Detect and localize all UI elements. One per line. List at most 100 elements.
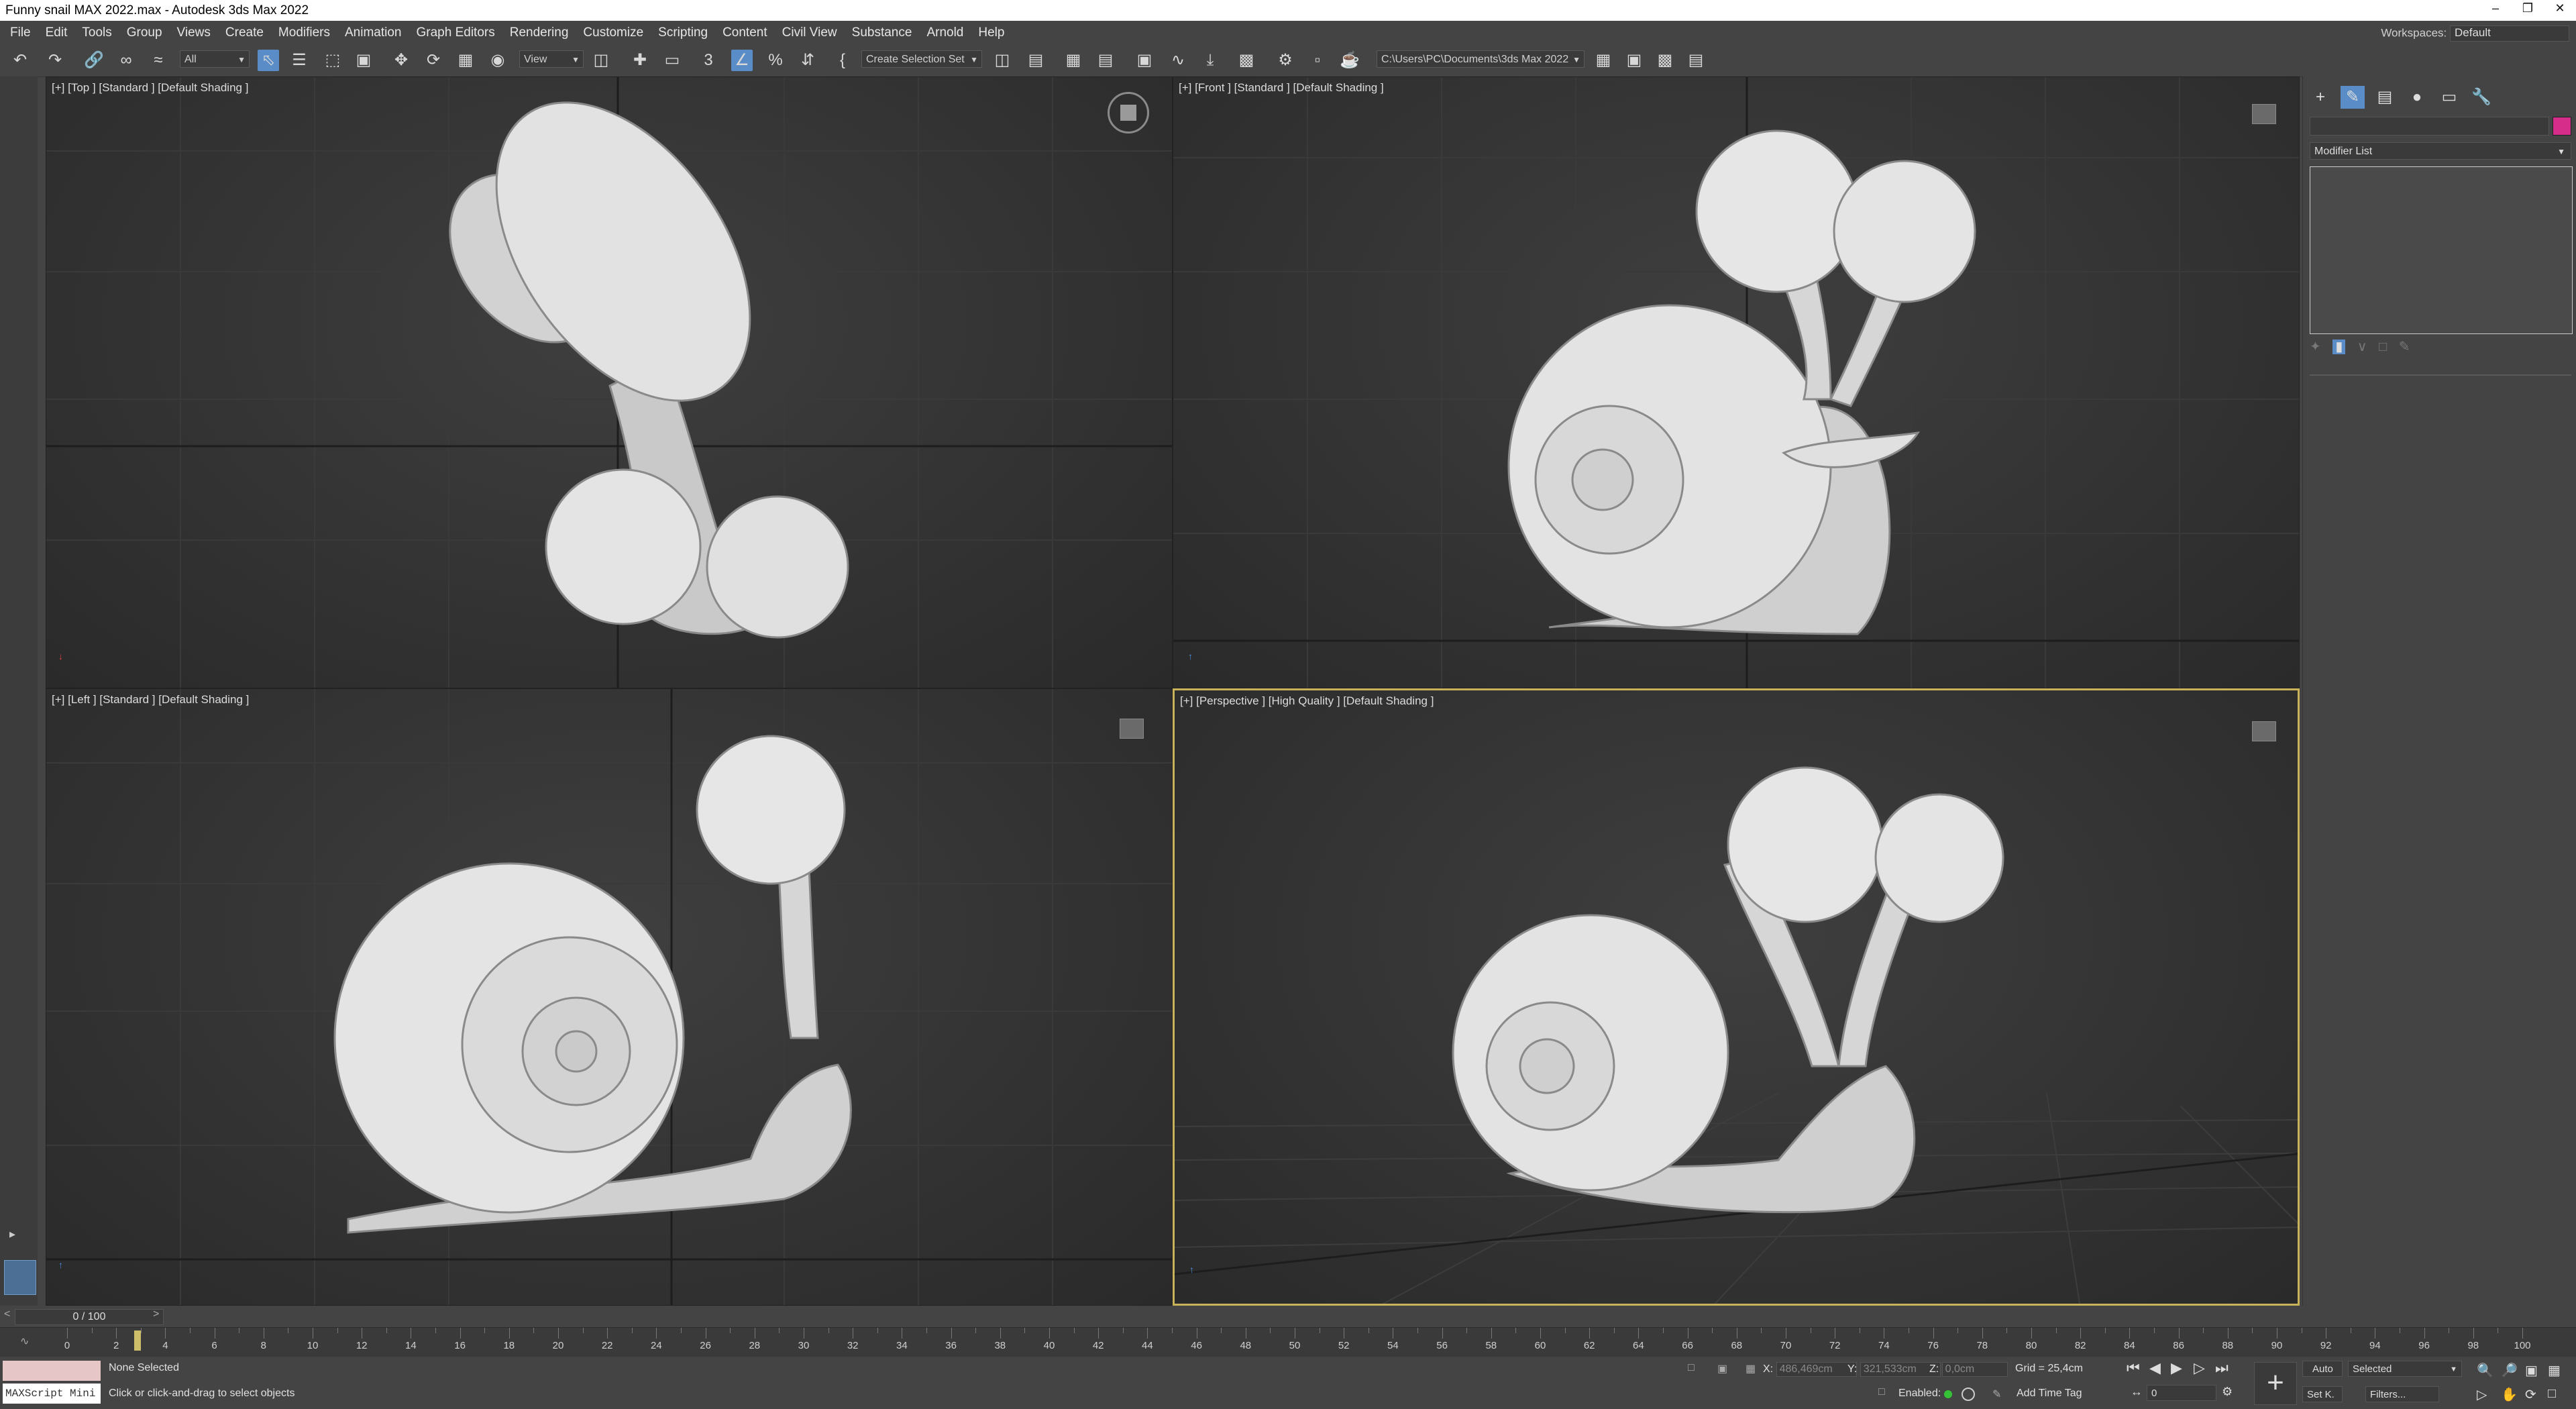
zoom-extents-icon[interactable]: ▣ xyxy=(2525,1362,2538,1379)
percent-snap-icon[interactable]: % xyxy=(765,50,786,71)
y-coordinate-field[interactable]: 321,533cm xyxy=(1860,1362,1941,1377)
select-by-name-icon[interactable]: ☰ xyxy=(288,50,310,71)
viewport-label-front[interactable]: [+] [Front ] [Standard ] [Default Shadin… xyxy=(1179,81,1384,95)
enabled-indicator[interactable] xyxy=(1944,1390,1952,1398)
select-object-icon[interactable]: ⬁ xyxy=(258,50,279,71)
undo-icon[interactable]: ↶ xyxy=(9,50,31,71)
close-button[interactable]: ✕ xyxy=(2546,1,2573,19)
lock-selection-icon[interactable]: ▣ xyxy=(1717,1362,1727,1375)
render-production-icon[interactable]: ☕ xyxy=(1339,50,1360,71)
viewport-label-top[interactable]: [+] [Top ] [Standard ] [Default Shading … xyxy=(52,81,248,95)
current-frame-field[interactable]: 0 xyxy=(2147,1385,2216,1401)
set-key-button[interactable]: Set K. xyxy=(2302,1386,2343,1402)
toggle-layer-explorer-icon[interactable]: ▤ xyxy=(1095,50,1116,71)
current-frame-marker[interactable] xyxy=(134,1330,141,1351)
maxscript-output[interactable] xyxy=(3,1361,101,1381)
project-icon-2[interactable]: ▣ xyxy=(1623,50,1645,71)
snaps-toggle-icon[interactable]: 3 xyxy=(698,50,719,71)
z-coordinate-field[interactable]: 0,0cm xyxy=(1941,1362,2008,1377)
orbit-icon[interactable]: ⟳ xyxy=(2525,1386,2536,1403)
select-manipulate-icon[interactable]: ✚ xyxy=(629,50,651,71)
viewport-label-perspective[interactable]: [+] [Perspective ] [High Quality ] [Defa… xyxy=(1180,694,1434,708)
project-icon-4[interactable]: ▤ xyxy=(1685,50,1707,71)
key-filter-dropdown[interactable]: Selected ▼ xyxy=(2348,1361,2462,1377)
add-time-tag[interactable]: Add Time Tag xyxy=(2017,1388,2082,1400)
placement-icon[interactable]: ◉ xyxy=(487,50,508,71)
menu-item-animation[interactable]: Animation xyxy=(337,21,409,44)
next-frame-icon[interactable]: ▷ xyxy=(2194,1359,2205,1377)
time-tag-edit-icon[interactable]: ✎ xyxy=(1992,1388,2001,1401)
auto-key-button[interactable]: Auto xyxy=(2302,1361,2343,1377)
viewcube-icon[interactable] xyxy=(1120,719,1144,739)
pivot-center-icon[interactable]: ◫ xyxy=(590,50,612,71)
move-icon[interactable]: ✥ xyxy=(390,50,412,71)
project-icon-1[interactable]: ▦ xyxy=(1593,50,1614,71)
track-bar[interactable]: ∿ 0 2 4 6 8 10 12 14 16 18 20 22 24 26 28 30 32 34 36 38 40 4… xyxy=(0,1327,2576,1357)
maxscript-input[interactable]: MAXScript Mini xyxy=(3,1384,101,1404)
mirror-icon[interactable]: ◫ xyxy=(991,50,1013,71)
viewcube-icon[interactable] xyxy=(1108,92,1149,134)
zoom-all-icon[interactable]: 🔎 xyxy=(2501,1362,2518,1379)
viewcube-icon[interactable] xyxy=(2252,721,2276,741)
unlink-icon[interactable]: ∞ xyxy=(115,50,137,71)
configure-sets-icon[interactable]: ✎ xyxy=(2399,340,2410,354)
toggle-scene-explorer-icon[interactable]: ▦ xyxy=(1063,50,1084,71)
menu-item-file[interactable]: File xyxy=(3,21,38,44)
redo-icon[interactable]: ↷ xyxy=(44,50,66,71)
project-folder-dropdown[interactable]: C:\Users\PC\Documents\3ds Max 2022 ▼ xyxy=(1377,50,1585,68)
keyboard-shortcut-icon[interactable]: ▭ xyxy=(661,50,683,71)
modifier-stack[interactable] xyxy=(2310,166,2573,334)
edit-named-selection-icon[interactable]: { xyxy=(832,50,853,71)
viewport-layouts-icon[interactable] xyxy=(4,1260,36,1295)
scale-icon[interactable]: ▦ xyxy=(455,50,476,71)
frame-counter[interactable]: 0 / 100 xyxy=(15,1309,164,1325)
go-to-end-icon[interactable]: ⏭ xyxy=(2215,1359,2229,1377)
time-tag-icon[interactable] xyxy=(1962,1388,1975,1401)
frame-ruler[interactable]: 0 2 4 6 8 10 12 14 16 18 20 22 24 26 28 30 32 34 36 38 40 42 4… xyxy=(64,1328,2531,1357)
bind-spacewarp-icon[interactable]: ≈ xyxy=(148,50,169,71)
menu-item-content[interactable]: Content xyxy=(715,21,775,44)
zoom-icon[interactable]: 🔍 xyxy=(2477,1362,2493,1379)
viewcube-icon[interactable] xyxy=(2252,104,2276,124)
menu-item-tools[interactable]: Tools xyxy=(74,21,119,44)
viewport-left[interactable]: [+] [Left ] [Standard ] [Default Shading… xyxy=(46,688,1173,1306)
viewport-front[interactable]: [+] [Front ] [Standard ] [Default Shadin… xyxy=(1173,76,2300,688)
menu-item-help[interactable]: Help xyxy=(971,21,1012,44)
time-slider[interactable]: < 0 / 100 > xyxy=(0,1306,2576,1327)
render-setup-icon[interactable]: ⚙ xyxy=(1275,50,1296,71)
reference-coordinate-dropdown[interactable]: View ▼ xyxy=(519,50,584,68)
maxscript-listener[interactable]: MAXScript Mini xyxy=(3,1361,101,1405)
object-color-swatch[interactable] xyxy=(2553,117,2571,136)
field-of-view-icon[interactable]: ▷ xyxy=(2477,1386,2487,1403)
viewport-label-left[interactable]: [+] [Left ] [Standard ] [Default Shading… xyxy=(52,693,249,707)
menu-item-arnold[interactable]: Arnold xyxy=(919,21,971,44)
spinner-snap-icon[interactable]: ⇵ xyxy=(797,50,818,71)
maximize-viewport-icon[interactable]: □ xyxy=(2548,1386,2556,1402)
display-tab-icon[interactable]: ▭ xyxy=(2437,86,2461,109)
schematic-view-icon[interactable]: ⤓ xyxy=(1199,50,1221,71)
hierarchy-tab-icon[interactable]: ▤ xyxy=(2373,86,2397,109)
menu-item-views[interactable]: Views xyxy=(170,21,218,44)
zoom-extents-all-icon[interactable]: ▦ xyxy=(2548,1362,2561,1379)
menu-item-group[interactable]: Group xyxy=(119,21,170,44)
viewport-perspective[interactable]: [+] [Perspective ] [High Quality ] [Defa… xyxy=(1173,688,2300,1306)
workspace-selector[interactable]: Workspaces: Default xyxy=(2381,25,2569,42)
restore-button[interactable]: ❐ xyxy=(2514,1,2541,19)
modify-tab-icon[interactable]: ✎ xyxy=(2341,86,2365,109)
expand-icon[interactable]: ▸ xyxy=(9,1227,15,1241)
angle-snap-icon[interactable]: ∠ xyxy=(731,50,753,71)
show-end-result-icon[interactable]: ▮ xyxy=(2332,340,2346,354)
adaptive-degradation-icon[interactable]: □ xyxy=(1878,1386,1885,1398)
object-name-field[interactable] xyxy=(2310,117,2549,136)
play-icon[interactable]: ▶ xyxy=(2171,1359,2182,1377)
previous-frame-icon[interactable]: ◀ xyxy=(2149,1359,2161,1377)
slider-prev-icon[interactable]: < xyxy=(4,1308,10,1320)
go-to-start-icon[interactable]: ⏮ xyxy=(2127,1359,2140,1377)
link-icon[interactable]: 🔗 xyxy=(83,50,105,71)
key-filters-button[interactable]: Filters... xyxy=(2365,1386,2439,1402)
remove-modifier-icon[interactable]: □ xyxy=(2379,340,2387,354)
menu-item-rendering[interactable]: Rendering xyxy=(502,21,576,44)
menu-item-customize[interactable]: Customize xyxy=(576,21,651,44)
modifier-list-dropdown[interactable]: Modifier List ▼ xyxy=(2310,142,2571,160)
material-editor-icon[interactable]: ▩ xyxy=(1236,50,1257,71)
